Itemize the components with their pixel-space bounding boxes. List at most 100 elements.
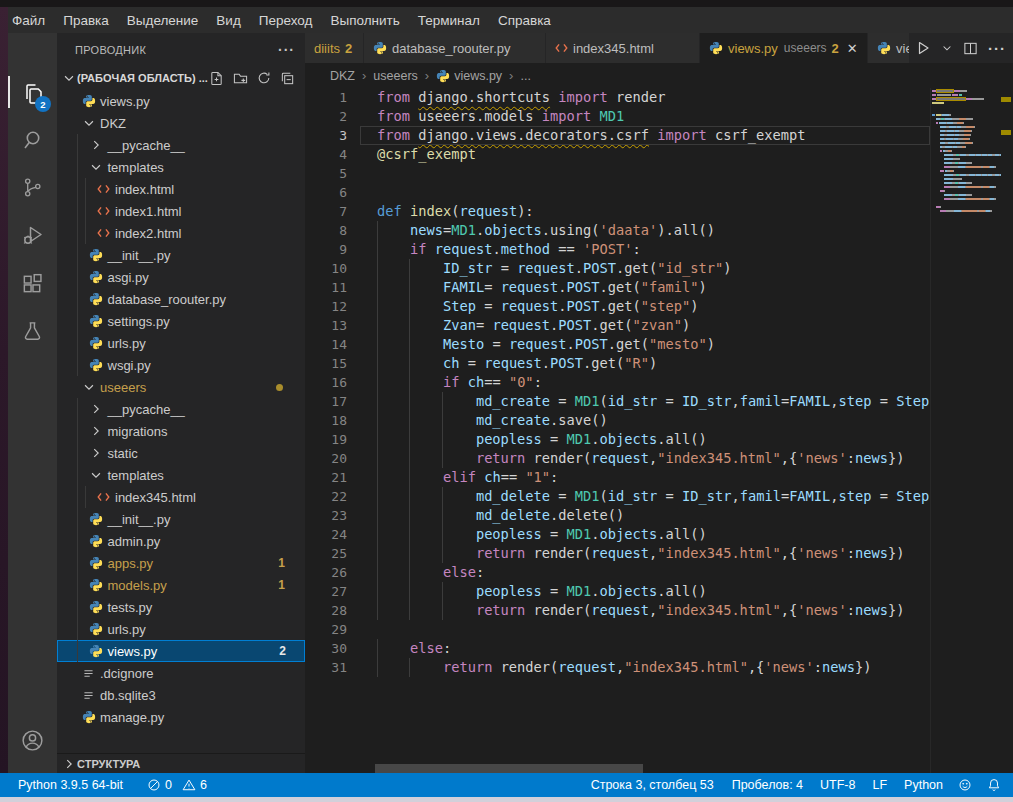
tree-folder-__pycache__[interactable]: __pycache__	[57, 134, 305, 156]
tree-file-models.py[interactable]: models.py1	[57, 574, 305, 596]
activity-extensions-icon[interactable]	[8, 263, 57, 303]
indent-guide	[442, 449, 443, 468]
menu-item[interactable]: Справка	[489, 13, 560, 28]
tree-folder-migrations[interactable]: migrations	[57, 420, 305, 442]
tree-file-urls.py[interactable]: urls.py	[57, 618, 305, 640]
tab-index345.html[interactable]: index345.html	[546, 33, 700, 63]
tree-file-apps.py[interactable]: apps.py1	[57, 552, 305, 574]
warning-icon	[182, 778, 196, 792]
encoding[interactable]: UTF-8	[820, 778, 855, 792]
tree-file-index.html[interactable]: index.html	[57, 178, 305, 200]
tab-database_roouter.py[interactable]: database_roouter.py	[364, 33, 546, 63]
new-folder-icon[interactable]	[233, 71, 248, 86]
split-editor-icon[interactable]	[963, 41, 978, 56]
breadcrumb-separator: ›	[509, 68, 513, 83]
workspace-section-header[interactable]: (РАБОЧАЯ ОБЛАСТЬ) ...	[57, 66, 305, 90]
menu-item[interactable]: Файл	[8, 13, 54, 28]
outline-section-header[interactable]: СТРУКТУРА	[57, 753, 305, 773]
indent-guide	[377, 354, 378, 373]
tree-file-admin.py[interactable]: admin.py	[57, 530, 305, 552]
tree-file-index345.html[interactable]: index345.html	[57, 486, 305, 508]
menu-item[interactable]: Выполнить	[321, 13, 408, 28]
activity-account-icon[interactable]	[8, 720, 57, 760]
activity-run-debug-icon[interactable]	[8, 215, 57, 255]
breadcrumb-item[interactable]: DKZ	[330, 69, 355, 83]
breadcrumb-item[interactable]: useeers	[373, 69, 417, 83]
tree-folder-__pycache__[interactable]: __pycache__	[57, 398, 305, 420]
tree-file-db.sqlite3[interactable]: db.sqlite3	[57, 684, 305, 706]
activity-testing-icon[interactable]	[8, 311, 57, 351]
tab-vie[interactable]: vie	[868, 33, 910, 63]
line-text: ch = request.POST.get("R")	[347, 354, 657, 373]
tree-file-.dcignore[interactable]: .dcignore	[57, 662, 305, 684]
language-mode[interactable]: Python	[904, 778, 943, 792]
more-icon[interactable]: ···	[988, 40, 1006, 57]
tree-file-database_roouter.py[interactable]: database_roouter.py	[57, 288, 305, 310]
indent-guide	[409, 278, 410, 297]
tree-file-index2.html[interactable]: index2.html	[57, 222, 305, 244]
refresh-icon[interactable]	[257, 71, 271, 86]
chevron-down-icon[interactable]	[941, 42, 953, 54]
tree-file-__init__.py[interactable]: __init__.py	[57, 244, 305, 266]
minimap[interactable]	[930, 88, 1001, 773]
tree-file-wsgi.py[interactable]: wsgi.py	[57, 354, 305, 376]
bell-icon[interactable]	[987, 778, 1001, 792]
sidebar-explorer: ПРОВОДНИК ··· (РАБОЧАЯ ОБЛАСТЬ) ... view…	[57, 33, 305, 773]
menu-item[interactable]: Выделение	[118, 13, 208, 28]
problems-badge: 1	[278, 578, 304, 592]
indent-guide	[442, 487, 443, 506]
line-number: 31	[305, 658, 347, 677]
tree-file-__init__.py[interactable]: __init__.py	[57, 508, 305, 530]
tree-file-asgi.py[interactable]: asgi.py	[57, 266, 305, 288]
cursor-position[interactable]: Строка 3, столбец 53	[591, 778, 714, 792]
tree-file-views.py[interactable]: views.py	[57, 90, 305, 112]
tree-file-views.py[interactable]: views.py2	[57, 640, 305, 662]
tree-folder-DKZ[interactable]: DKZ	[57, 112, 305, 134]
more-actions-icon[interactable]: ···	[278, 42, 295, 58]
tree-file-index1.html[interactable]: index1.html	[57, 200, 305, 222]
menu-item[interactable]: Переход	[250, 13, 322, 28]
activity-source-control-icon[interactable]	[8, 167, 57, 207]
close-icon[interactable]: ✕	[847, 41, 858, 56]
activity-search-icon[interactable]	[8, 120, 57, 160]
tree-file-settings.py[interactable]: settings.py	[57, 310, 305, 332]
new-file-icon[interactable]	[209, 71, 224, 86]
tree-item-label: __init__.py	[108, 248, 171, 263]
tree-item-label: views.py	[100, 94, 150, 109]
breadcrumb-item[interactable]: views.py	[454, 69, 502, 83]
code-line: 14 Mesto = request.POST.get("mesto")	[305, 335, 930, 354]
collapse-all-icon[interactable]	[280, 71, 295, 86]
breadcrumb-item[interactable]: ...	[520, 69, 530, 83]
feedback-icon[interactable]	[958, 778, 972, 792]
indent-guide	[409, 658, 410, 677]
activity-explorer-icon[interactable]: 2	[8, 74, 57, 114]
tree-folder-templates[interactable]: templates	[57, 464, 305, 486]
tree-folder-useeers[interactable]: useeers	[57, 376, 305, 398]
tree-item-label: database_roouter.py	[108, 292, 227, 307]
indent-guide	[377, 221, 378, 240]
problems-badge: 1	[278, 556, 304, 570]
problems-indicator[interactable]: 06	[147, 778, 207, 792]
code-line: 16 if ch== "0":	[305, 373, 930, 392]
eol[interactable]: LF	[872, 778, 887, 792]
menu-item[interactable]: Терминал	[409, 13, 489, 28]
tree-file-tests.py[interactable]: tests.py	[57, 596, 305, 618]
menu-item[interactable]: Правка	[54, 13, 118, 28]
indentation[interactable]: Пробелов: 4	[732, 778, 803, 792]
python-version[interactable]: Python 3.9.5 64-bit	[18, 778, 123, 792]
menu-item[interactable]: Вид	[207, 13, 249, 28]
run-icon[interactable]	[915, 40, 931, 56]
tree-file-urls.py[interactable]: urls.py	[57, 332, 305, 354]
tree-item-label: templates	[108, 160, 164, 175]
tab-views.py[interactable]: views.pyuseeers2✕	[700, 33, 868, 63]
tree-folder-templates[interactable]: templates	[57, 156, 305, 178]
line-text: Step = request.POST.get("step")	[347, 297, 698, 316]
tree-folder-static[interactable]: static	[57, 442, 305, 464]
python-icon	[89, 534, 104, 548]
tree-file-manage.py[interactable]: manage.py	[57, 706, 305, 728]
code-line: 2from useeers.models import MD1	[305, 107, 930, 126]
line-text: return render(request,"index345.html",{'…	[347, 658, 872, 677]
tab-diiits[interactable]: diiits2	[305, 33, 364, 63]
code-editor[interactable]: 1from django.shortcuts import render2fro…	[305, 88, 930, 773]
tree-item-label: templates	[108, 468, 164, 483]
